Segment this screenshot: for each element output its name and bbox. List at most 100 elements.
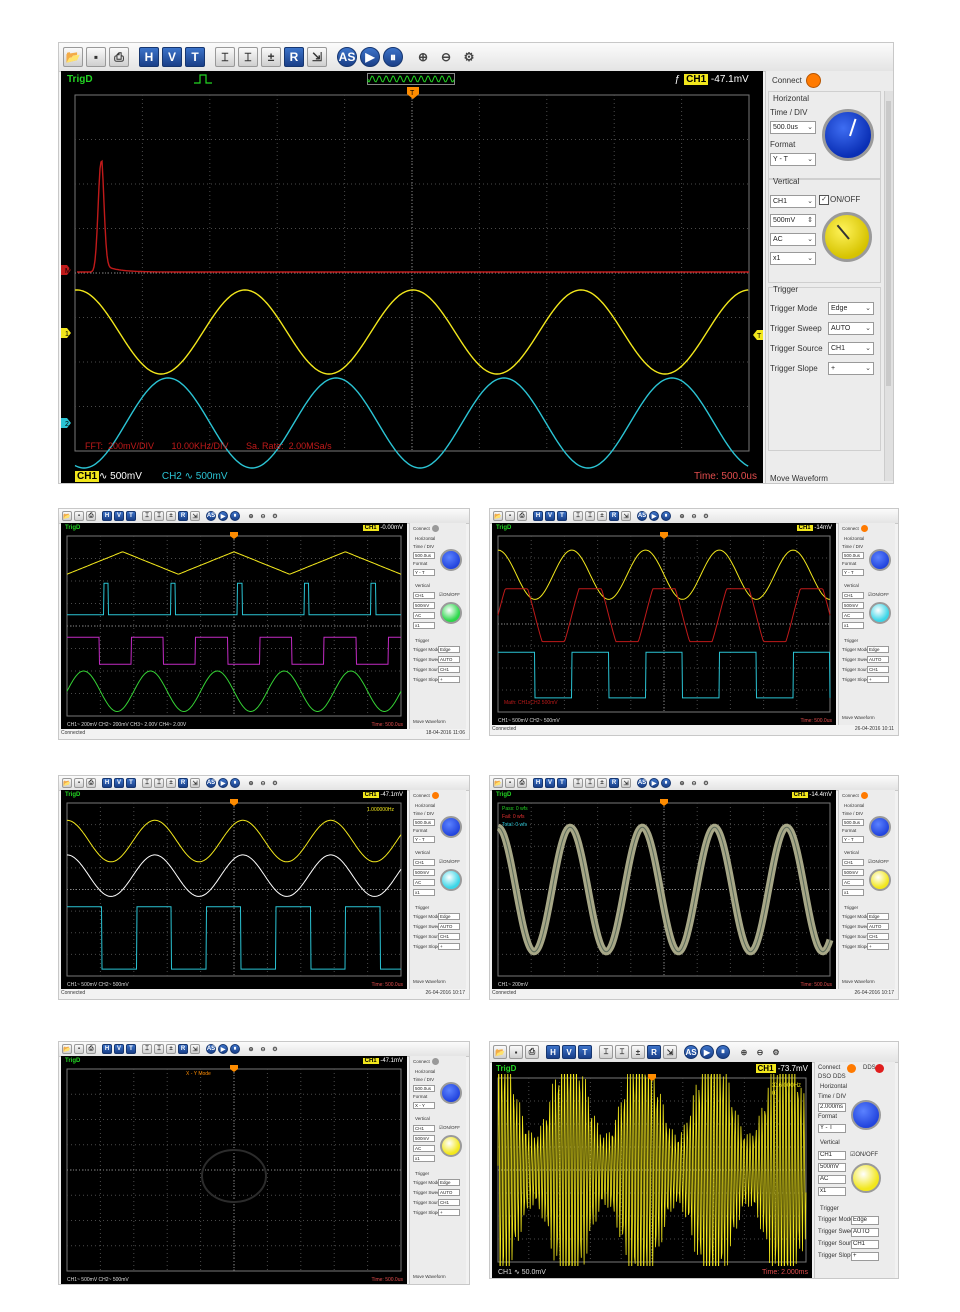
measure-icon[interactable]: ⇲ (307, 47, 327, 67)
thumb-trigger-select[interactable]: + (867, 676, 889, 683)
print-icon[interactable]: ⎙ (525, 1045, 539, 1059)
trigger-icon[interactable]: T (126, 1044, 136, 1054)
thumb-trigger-select[interactable]: + (438, 676, 460, 683)
ref-icon[interactable]: R (284, 47, 304, 67)
trigger-mode-select[interactable]: Edge ⌄ (828, 302, 874, 315)
thumb-format-select[interactable]: X - Y (413, 1102, 435, 1109)
save-icon[interactable]: ▪ (74, 778, 84, 788)
time-div-knob[interactable] (822, 109, 874, 161)
horizontal-icon[interactable]: H (102, 511, 112, 521)
auto-set-icon[interactable]: AS (206, 778, 216, 788)
print-icon[interactable]: ⎙ (109, 47, 129, 67)
trigger-source-select[interactable]: CH1 ⌄ (828, 342, 874, 355)
horizontal-icon[interactable]: H (546, 1045, 560, 1059)
vertical-icon[interactable]: V (545, 778, 555, 788)
volt-div-knob[interactable] (822, 212, 872, 262)
thumb-volt-div-knob[interactable] (440, 1135, 462, 1157)
cursor1-icon[interactable]: ⌶ (142, 511, 152, 521)
auto-set-icon[interactable]: AS (337, 47, 357, 67)
side-scroll-thumb[interactable] (886, 101, 891, 386)
thumb-trigger-select[interactable]: CH1 (867, 933, 889, 940)
thumb-trigger-select[interactable]: Edge (438, 1179, 460, 1186)
thumb-trigger-select[interactable]: + (851, 1252, 879, 1262)
open-icon[interactable]: 📂 (493, 1045, 507, 1059)
main-waveform-display[interactable]: M 1 2 T T FFT: 200mV/DIV 10.00KHz/DIV Sa. Rat… (61, 87, 763, 469)
ref-icon[interactable]: R (609, 778, 619, 788)
cursor1-icon[interactable]: ⌶ (573, 778, 583, 788)
cursor2-icon[interactable]: ⌶ (154, 511, 164, 521)
measure-icon[interactable]: ⇲ (621, 511, 631, 521)
thumb-trigger-select[interactable]: Edge (867, 646, 889, 653)
trigger-icon[interactable]: T (578, 1045, 592, 1059)
ref-icon[interactable]: R (609, 511, 619, 521)
zoom-out-icon[interactable]: ⊖ (436, 47, 456, 67)
thumb-time-div-select[interactable]: 500.0us (842, 552, 864, 559)
thumb-vertical-select[interactable]: AC (842, 612, 864, 619)
zoom-out-icon[interactable]: ⊖ (258, 1044, 268, 1054)
thumb-vertical-select[interactable]: AC (842, 879, 864, 886)
trigger-icon[interactable]: T (185, 47, 205, 67)
auto-set-icon[interactable]: AS (637, 778, 647, 788)
volt-div-select[interactable]: 500mV ⇕ (770, 214, 816, 227)
thumb-vertical-select[interactable]: 500mV (842, 602, 864, 609)
stop-icon[interactable]: ⏸ (230, 778, 240, 788)
stop-icon[interactable]: ⏸ (230, 511, 240, 521)
print-icon[interactable]: ⎙ (86, 1044, 96, 1054)
math-icon[interactable]: ± (597, 511, 607, 521)
thumb-vertical-select[interactable]: CH1 (842, 859, 864, 866)
cursor1-icon[interactable]: ⌶ (215, 47, 235, 67)
trigger-slope-select[interactable]: + ⌄ (828, 362, 874, 375)
thumb-trigger-select[interactable]: AUTO (438, 1189, 460, 1196)
print-icon[interactable]: ⎙ (517, 511, 527, 521)
thumb-vertical-select[interactable]: CH1 (842, 592, 864, 599)
thumb-trigger-select[interactable]: AUTO (851, 1228, 879, 1238)
run-icon[interactable]: ▶ (360, 47, 380, 67)
cursor2-icon[interactable]: ⌶ (615, 1045, 629, 1059)
thumb-volt-div-knob[interactable] (869, 602, 891, 624)
thumb-vertical-select[interactable]: CH1 (818, 1151, 846, 1161)
thumb-time-div-knob[interactable] (869, 549, 891, 571)
coupling-select[interactable]: AC ⌄ (770, 233, 816, 246)
thumb-format-select[interactable]: Y - T (413, 836, 435, 843)
thumb-trigger-select[interactable]: AUTO (867, 656, 889, 663)
ref-icon[interactable]: R (178, 778, 188, 788)
thumb-vertical-select[interactable]: x1 (842, 889, 864, 896)
vertical-icon[interactable]: V (562, 1045, 576, 1059)
horizontal-icon[interactable]: H (533, 778, 543, 788)
measure-icon[interactable]: ⇲ (621, 778, 631, 788)
math-icon[interactable]: ± (597, 778, 607, 788)
thumb-time-div-select[interactable]: 500.0us (842, 819, 864, 826)
stop-icon[interactable]: ⏸ (661, 511, 671, 521)
zoom-out-icon[interactable]: ⊖ (753, 1045, 767, 1059)
settings-icon[interactable]: ⚙ (769, 1045, 783, 1059)
stop-icon[interactable]: ⏸ (230, 1044, 240, 1054)
thumb-vertical-select[interactable]: 500mV (413, 869, 435, 876)
save-icon[interactable]: ▪ (505, 778, 515, 788)
math-icon[interactable]: ± (166, 1044, 176, 1054)
thumb-time-div-knob[interactable] (440, 1082, 462, 1104)
thumb-vertical-select[interactable]: 500mV (413, 602, 435, 609)
zoom-in-icon[interactable]: ⊕ (246, 1044, 256, 1054)
thumb-volt-div-knob[interactable] (440, 869, 462, 891)
thumb-volt-div-knob[interactable] (851, 1163, 881, 1194)
thumb-trigger-select[interactable]: AUTO (438, 923, 460, 930)
thumb-trigger-select[interactable]: CH1 (438, 666, 460, 673)
measure-icon[interactable]: ⇲ (190, 511, 200, 521)
open-icon[interactable]: 📂 (62, 778, 72, 788)
format-select[interactable]: Y - T ⌄ (770, 153, 816, 166)
auto-set-icon[interactable]: AS (637, 511, 647, 521)
horizontal-icon[interactable]: H (533, 511, 543, 521)
cursor1-icon[interactable]: ⌶ (599, 1045, 613, 1059)
cursor2-icon[interactable]: ⌶ (585, 778, 595, 788)
thumb-vertical-select[interactable]: x1 (818, 1187, 846, 1197)
save-icon[interactable]: ▪ (74, 1044, 84, 1054)
save-icon[interactable]: ▪ (509, 1045, 523, 1059)
settings-icon[interactable]: ⚙ (270, 778, 280, 788)
thumb-scope-screen[interactable]: X - Y Mode (61, 1065, 407, 1275)
math-icon[interactable]: ± (166, 511, 176, 521)
thumb-volt-div-knob[interactable] (869, 869, 891, 891)
thumb-scope-screen[interactable]: 316.000Hz 0 (492, 1074, 812, 1266)
run-icon[interactable]: ▶ (649, 511, 659, 521)
thumb-trigger-select[interactable]: + (438, 943, 460, 950)
ref-icon[interactable]: R (178, 1044, 188, 1054)
